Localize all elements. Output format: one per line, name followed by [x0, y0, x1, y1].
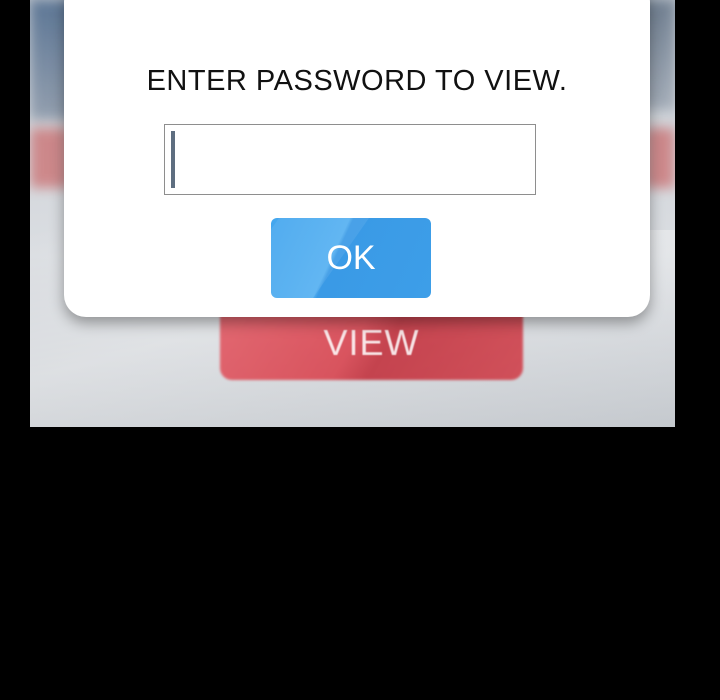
password-dialog: ENTER PASSWORD TO VIEW. OK [64, 0, 650, 317]
dialog-title: ENTER PASSWORD TO VIEW. [146, 65, 568, 97]
text-caret [171, 131, 175, 188]
ok-button[interactable]: OK [271, 218, 431, 298]
ok-button-label: OK [326, 238, 376, 277]
password-input[interactable] [164, 124, 536, 195]
background-view-label: VIEW [323, 322, 420, 363]
screen: VIEW ENTER PASSWORD TO VIEW. OK [0, 0, 720, 700]
